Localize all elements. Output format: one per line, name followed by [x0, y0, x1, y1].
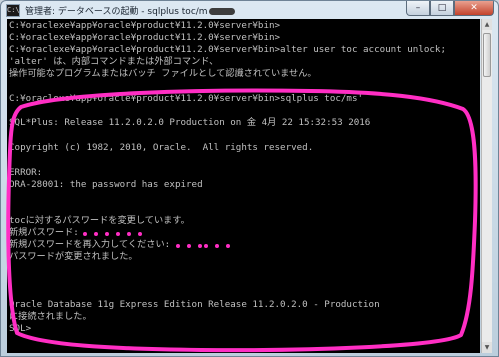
- scroll-up-arrow-icon[interactable]: ▲: [482, 19, 492, 30]
- console-line: ORA-28001: the password has expired: [9, 179, 203, 190]
- console-line: Oracle Database 11g Express Edition Rele…: [9, 299, 380, 310]
- console-output[interactable]: C:¥oraclexe¥app¥oracle¥product¥11.2.0¥se…: [7, 19, 480, 353]
- console-line: C:¥oraclexe¥app¥oracle¥product¥11.2.0¥se…: [9, 20, 281, 31]
- window-title-text: 管理者: データベースの起動 - sqlplus toc/m: [25, 6, 208, 17]
- window-controls: – □ ✕: [406, 1, 494, 16]
- window-frame-edge: [492, 19, 498, 353]
- console-line: Copyright (c) 1982, 2010, Oracle. All ri…: [9, 142, 314, 153]
- console-line: 操作可能なプログラムまたはバッチ ファイルとして認識されていません。: [9, 68, 317, 79]
- console-line: C:¥oraclexe¥app¥oracle¥product¥11.2.0¥se…: [9, 32, 281, 43]
- close-button[interactable]: ✕: [454, 1, 494, 16]
- command-prompt-icon[interactable]: C:\: [6, 3, 20, 17]
- sql-prompt: SQL>: [9, 323, 32, 334]
- maximize-button[interactable]: □: [430, 1, 454, 16]
- console-line: 新規パスワード:: [9, 227, 79, 238]
- masked-password-dots: [176, 241, 237, 249]
- console-line: パスワードが変更されました。: [9, 251, 138, 262]
- minimize-button[interactable]: –: [406, 1, 430, 16]
- retype-password-prompt-line: 新規パスワードを再入力してください:: [9, 239, 237, 251]
- console-line: C:¥oraclexe¥app¥oracle¥product¥11.2.0¥se…: [9, 44, 446, 55]
- console-line: SQL*Plus: Release 11.2.0.2.0 Production …: [9, 117, 371, 128]
- console-line: 'alter' は、内部コマンドまたは外部コマンド、: [9, 56, 219, 67]
- console-line: C:¥oraclexe¥app¥oracle¥product¥11.2.0¥se…: [9, 93, 364, 104]
- scroll-down-arrow-icon[interactable]: ▼: [482, 342, 492, 353]
- command-prompt-window: C:\ 管理者: データベースの起動 - sqlplus toc/m – □ ✕…: [0, 0, 499, 357]
- title-bar[interactable]: C:\ 管理者: データベースの起動 - sqlplus toc/m – □ ✕: [1, 1, 498, 19]
- console-line: ERROR:: [9, 167, 43, 178]
- window-title: 管理者: データベースの起動 - sqlplus toc/m: [25, 4, 235, 17]
- new-password-prompt-line: 新規パスワード:: [9, 227, 149, 239]
- redaction-mark: [208, 7, 235, 15]
- console-line: 新規パスワードを再入力してください:: [9, 239, 171, 250]
- console-line: に接続されました。: [9, 311, 92, 322]
- masked-password-dots: [82, 229, 149, 237]
- console-line: tocに対するパスワードを変更しています。: [9, 215, 190, 226]
- vertical-scrollbar[interactable]: ▲ ▼: [481, 19, 492, 353]
- scrollbar-thumb[interactable]: [483, 33, 491, 77]
